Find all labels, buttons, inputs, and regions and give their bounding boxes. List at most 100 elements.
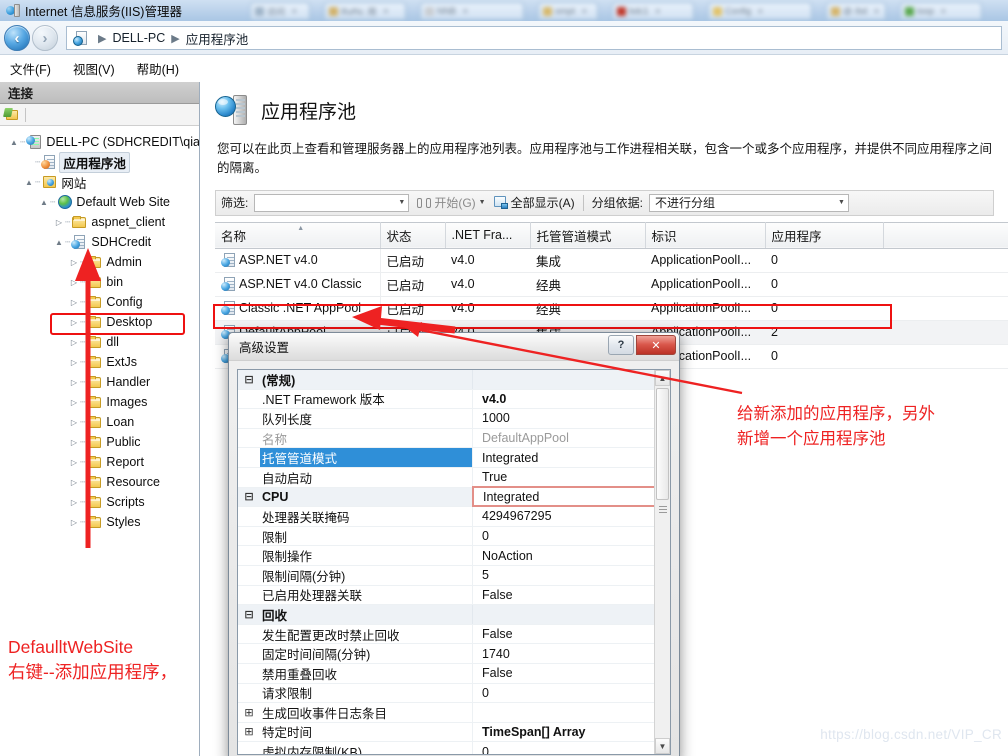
expanded-twisty-icon[interactable]: ▲ <box>53 238 65 247</box>
connect-folder-icon[interactable] <box>3 107 19 122</box>
close-icon[interactable]: ✕ <box>940 7 947 16</box>
tree-item-scripts[interactable]: ▷ ┄ Scripts <box>0 492 199 512</box>
breadcrumb[interactable]: ▶ DELL-PC ▶ 应用程序池 <box>66 26 1002 50</box>
tree-item-public[interactable]: ▷ ┄ Public <box>0 432 199 452</box>
browser-tab-6[interactable]: @ /bd ✕ <box>826 2 886 20</box>
tree-item-report[interactable]: ▷ ┄ Report <box>0 452 199 472</box>
tree-item-dellpcsdhcreditqian[interactable]: ▲ ┄ DELL-PC (SDHCREDIT\qian <box>0 132 199 152</box>
collapse-icon[interactable]: ⊟ <box>238 374 260 385</box>
table-col-header-5[interactable]: 应用程序 <box>765 221 884 249</box>
setting-row[interactable]: 固定时间间隔(分钟) 1740 <box>238 644 670 664</box>
setting-row[interactable]: 虚拟内存限制(KB) 0 <box>238 742 670 754</box>
filter-input[interactable]: ▼ <box>254 193 410 212</box>
close-icon[interactable]: ✕ <box>581 7 588 16</box>
back-arrow-icon[interactable]: ‹ <box>4 25 30 51</box>
collapsed-twisty-icon[interactable]: ▷ <box>68 418 80 427</box>
tree-item-loan[interactable]: ▷ ┄ Loan <box>0 412 199 432</box>
pipeline-mode-editor[interactable]: Integrated <box>472 486 670 507</box>
setting-row[interactable]: 禁用重叠回收 False <box>238 663 670 684</box>
menu-item-help[interactable]: 帮助(H) <box>137 59 179 78</box>
tree-item-desktop[interactable]: ▷ ┄ Desktop <box>0 312 199 332</box>
scroll-down-icon[interactable]: ▼ <box>655 738 670 754</box>
close-icon[interactable]: ✕ <box>291 7 298 16</box>
close-icon[interactable]: ✕ <box>462 7 469 16</box>
tree-item-extjs[interactable]: ▷ ┄ ExtJs <box>0 352 199 372</box>
browser-tab-3[interactable]: ompt ✕ <box>538 2 598 20</box>
setting-row[interactable]: 限制操作 NoAction <box>238 546 670 566</box>
forward-arrow-icon[interactable]: › <box>32 25 58 51</box>
setting-row[interactable]: ⊞ 生成回收事件日志条目 <box>238 703 670 723</box>
tree-item-[interactable]: ▷┄ 应用程序池 <box>0 151 199 173</box>
menu-item-file[interactable]: 文件(F) <box>10 59 51 78</box>
close-icon[interactable]: ✕ <box>383 7 390 16</box>
table-col-header-0[interactable]: 名称 ▲ <box>215 221 381 249</box>
setting-row[interactable]: .NET Framework 版本 v4.0 <box>238 389 670 410</box>
table-row[interactable]: Classic .NET AppPool 已启动 v4.0 经典 Application… <box>215 296 1008 321</box>
browser-tab-4[interactable]: bdc1 ✕ <box>612 2 694 20</box>
setting-row[interactable]: 发生配置更改时禁止回收 False <box>238 624 670 645</box>
connections-tree[interactable]: ▲┄DELL-PC (SDHCREDIT\qian▷┄应用程序池▲┄网站▲┄De… <box>0 126 199 532</box>
close-icon[interactable]: ✕ <box>655 7 662 16</box>
browser-tab-1[interactable]: Rvf%: 用 ✕ <box>324 2 406 20</box>
start-filter-button[interactable]: 开始(G) ▼ <box>417 194 486 211</box>
setting-row[interactable]: 限制间隔(分钟) 5 <box>238 565 670 586</box>
scroll-up-icon[interactable]: ▲ <box>655 370 670 386</box>
scrollbar-thumb[interactable] <box>656 388 669 500</box>
close-icon[interactable]: ✕ <box>636 335 676 355</box>
table-col-header-2[interactable]: .NET Fra... <box>445 221 531 249</box>
setting-row[interactable]: ⊟ (常规) <box>238 370 670 390</box>
tree-item-sdhcredit[interactable]: ▲ ┄ SDHCredit <box>0 232 199 252</box>
collapsed-twisty-icon[interactable]: ▷ <box>68 378 80 387</box>
tree-item-[interactable]: ▲ ┄ 网站 <box>0 172 199 192</box>
setting-row[interactable]: 处理器关联掩码 4294967295 <box>238 507 670 527</box>
setting-row[interactable]: 自动启动 True <box>238 467 670 488</box>
browser-tab-5[interactable]: Config ✕ <box>708 2 812 20</box>
tree-item-dll[interactable]: ▷ ┄ dll <box>0 332 199 352</box>
groupby-select[interactable]: 不进行分组 ▼ <box>648 193 849 212</box>
table-col-header-1[interactable]: 状态 <box>380 221 446 249</box>
expanded-twisty-icon[interactable]: ▲ <box>8 138 20 147</box>
collapsed-twisty-icon[interactable]: ▷ <box>53 218 65 227</box>
settings-scrollbar[interactable]: ▲ ▼ <box>654 370 670 754</box>
tree-item-aspnet_client[interactable]: ▷ ┄ aspnet_client <box>0 212 199 232</box>
collapsed-twisty-icon[interactable]: ▷ <box>68 318 80 327</box>
collapse-icon[interactable]: ⊟ <box>238 491 260 502</box>
table-col-header-4[interactable]: 标识 <box>645 221 766 249</box>
browser-tab-0[interactable]: 访问 ✕ <box>250 2 310 20</box>
table-col-header-3[interactable]: 托管管道模式 <box>530 221 646 249</box>
tree-item-defaultwebsite[interactable]: ▲ ┄ Default Web Site <box>0 192 199 212</box>
collapsed-twisty-icon[interactable]: ▷ <box>68 258 80 267</box>
collapsed-twisty-icon[interactable]: ▷ <box>68 498 80 507</box>
collapsed-twisty-icon[interactable]: ▷ <box>68 398 80 407</box>
collapsed-twisty-icon[interactable]: ▷ <box>68 298 80 307</box>
setting-row[interactable]: 队列长度 1000 <box>238 409 670 429</box>
setting-row[interactable]: 请求限制 0 <box>238 683 670 704</box>
tree-item-resource[interactable]: ▷ ┄ Resource <box>0 472 199 492</box>
browser-tab-7[interactable]: loop ✕ <box>900 2 982 20</box>
table-row[interactable]: ASP.NET v4.0 已启动 v4.0 集成 ApplicationPoolI...… <box>215 248 1008 273</box>
collapsed-twisty-icon[interactable]: ▷ <box>68 518 80 527</box>
menu-item-view[interactable]: 视图(V) <box>73 59 115 78</box>
settings-grid[interactable]: ⊟ (常规) .NET Framework 版本 v4.0 队列长度 1000 名称 Defa… <box>237 369 671 755</box>
tree-item-handler[interactable]: ▷ ┄ Handler <box>0 372 199 392</box>
collapse-icon[interactable]: ⊟ <box>238 609 260 620</box>
setting-row[interactable]: ⊞ 特定时间 TimeSpan[] Array <box>238 722 670 743</box>
setting-row[interactable]: ⊟ 回收 <box>238 605 670 625</box>
close-icon[interactable]: ✕ <box>873 7 880 16</box>
breadcrumb-item-0[interactable]: DELL-PC <box>112 31 165 45</box>
expand-icon[interactable]: ⊞ <box>238 726 260 737</box>
tree-item-config[interactable]: ▷ ┄ Config <box>0 292 199 312</box>
close-icon[interactable]: ✕ <box>757 7 764 16</box>
setting-row[interactable]: 已启用处理器关联 False <box>238 585 670 606</box>
collapsed-twisty-icon[interactable]: ▷ <box>68 278 80 287</box>
tree-item-images[interactable]: ▷ ┄ Images <box>0 392 199 412</box>
collapsed-twisty-icon[interactable]: ▷ <box>68 338 80 347</box>
expanded-twisty-icon[interactable]: ▲ <box>38 198 50 207</box>
table-row[interactable]: ASP.NET v4.0 Classic 已启动 v4.0 经典 Application… <box>215 272 1008 297</box>
setting-row[interactable]: 限制 0 <box>238 526 670 547</box>
help-button[interactable]: ? <box>608 335 634 355</box>
collapsed-twisty-icon[interactable]: ▷ <box>68 458 80 467</box>
tree-item-bin[interactable]: ▷ ┄ bin <box>0 272 199 292</box>
setting-row[interactable]: 名称 DefaultAppPool <box>238 428 670 449</box>
expanded-twisty-icon[interactable]: ▲ <box>23 178 35 187</box>
